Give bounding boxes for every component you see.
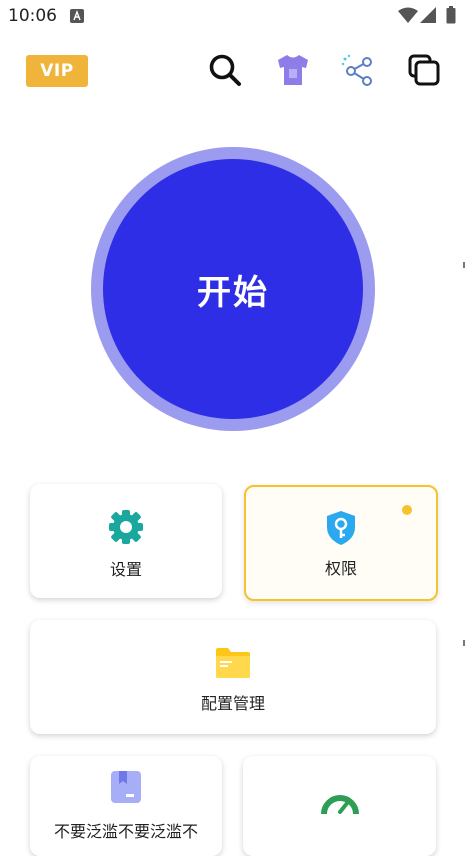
edge-mark <box>463 640 465 646</box>
signal-icon <box>420 7 436 27</box>
shield-key-icon <box>324 509 358 551</box>
share-icon[interactable] <box>340 52 376 88</box>
tshirt-theme-icon[interactable] <box>275 52 311 88</box>
status-time: 10:06 <box>8 6 57 26</box>
bottom-right-card[interactable] <box>243 756 436 856</box>
speedometer-icon <box>320 784 360 822</box>
notification-dot <box>402 505 412 515</box>
vip-badge[interactable]: VIP <box>26 55 88 87</box>
edge-mark <box>463 262 465 268</box>
bottom-left-label: 不要泛滥不要泛滥不 <box>53 822 198 841</box>
config-management-card[interactable]: 配置管理 <box>30 620 436 734</box>
start-button[interactable]: 开始 <box>103 159 363 419</box>
folder-icon <box>214 646 252 684</box>
settings-label: 设置 <box>109 560 142 579</box>
permissions-label: 权限 <box>324 559 357 578</box>
wifi-icon <box>398 7 418 27</box>
search-icon[interactable] <box>207 52 243 88</box>
status-bar: 10:06 <box>0 0 466 32</box>
bookmark-icon <box>110 770 142 808</box>
settings-card[interactable]: 设置 <box>30 484 222 598</box>
gear-icon <box>107 508 145 550</box>
config-management-label: 配置管理 <box>200 694 265 713</box>
android-a-icon <box>70 8 84 23</box>
copy-windows-icon[interactable] <box>406 52 442 88</box>
permissions-card[interactable]: 权限 <box>244 485 438 601</box>
battery-icon <box>446 6 456 28</box>
bottom-left-card[interactable]: 不要泛滥不要泛滥不 <box>30 756 222 856</box>
